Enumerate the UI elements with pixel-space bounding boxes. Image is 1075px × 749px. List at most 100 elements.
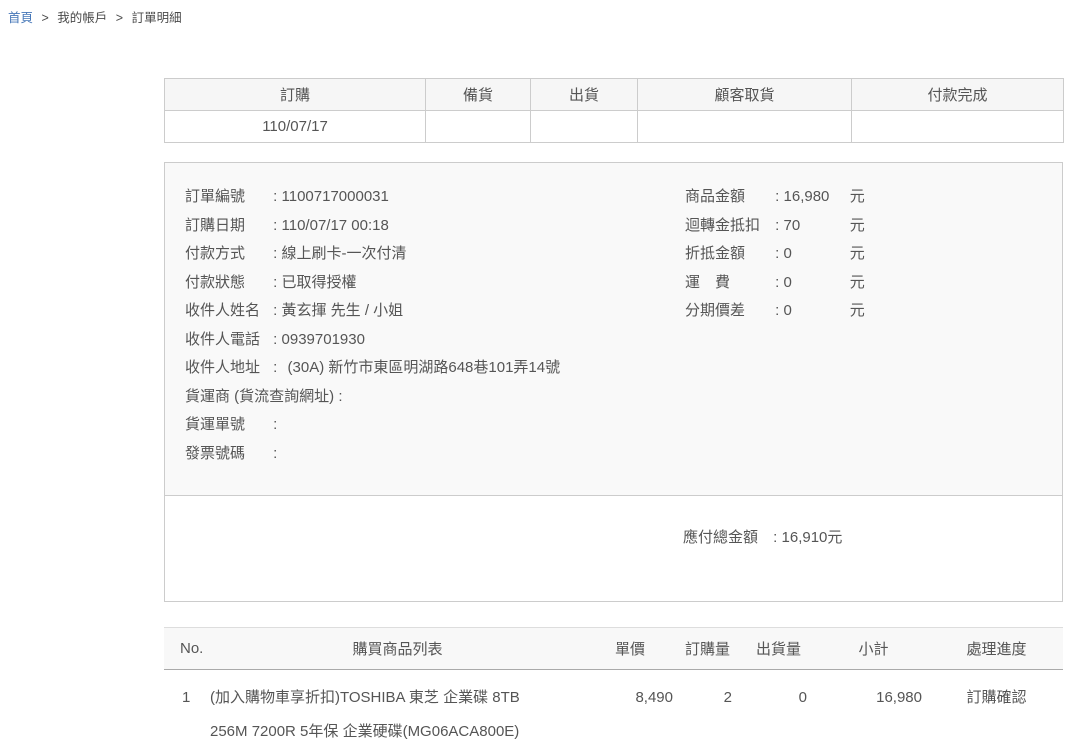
progress-paid-date bbox=[852, 111, 1064, 143]
colon: : bbox=[775, 302, 779, 319]
installment-difference-value: 0 bbox=[784, 297, 846, 326]
order-info-panel: 訂單編號 : 1100717000031 訂購日期 : 110/07/17 00… bbox=[164, 162, 1063, 602]
currency-unit: 元 bbox=[850, 302, 865, 319]
colon: : bbox=[338, 388, 342, 405]
breadcrumb-separator: > bbox=[42, 11, 49, 25]
installment-difference-label: 分期價差 bbox=[685, 297, 771, 326]
order-progress-table: 訂購 備貨 出貨 顧客取貨 付款完成 110/07/17 bbox=[164, 78, 1064, 143]
colon: : bbox=[273, 188, 277, 205]
payment-method-label: 付款方式 bbox=[185, 240, 269, 269]
currency-unit: 元 bbox=[850, 245, 865, 262]
discount-amount-row: 折抵金額 : 0 元 bbox=[685, 240, 1042, 269]
breadcrumb-account: 我的帳戶 bbox=[57, 11, 107, 25]
colon: : bbox=[773, 529, 777, 546]
payment-method-row: 付款方式 : 線上刷卡-一次付清 bbox=[185, 240, 685, 269]
colon: : bbox=[273, 331, 277, 348]
order-number-value: 1100717000031 bbox=[282, 188, 389, 205]
progress-prepare-date bbox=[426, 111, 531, 143]
order-number-label: 訂單編號 bbox=[185, 183, 269, 212]
installment-difference-row: 分期價差 : 0 元 bbox=[685, 297, 1042, 326]
tracking-number-label: 貨運單號 bbox=[185, 411, 269, 440]
recipient-phone-label: 收件人電話 bbox=[185, 326, 269, 355]
order-date-row: 訂購日期 : 110/07/17 00:18 bbox=[185, 212, 685, 241]
carrier-row: 貨運商 (貨流查詢網址) : bbox=[185, 383, 685, 412]
order-amount-column: 商品金額 : 16,980 元 迴轉金抵扣 : 70 元 折抵金額 : 0 元 bbox=[685, 183, 1042, 468]
recipient-phone-row: 收件人電話 : 0939701930 bbox=[185, 326, 685, 355]
recipient-name-row: 收件人姓名 : 黃玄揮 先生 / 小姐 bbox=[185, 297, 685, 326]
rebate-deduction-row: 迴轉金抵扣 : 70 元 bbox=[685, 212, 1042, 241]
colon: : bbox=[273, 245, 277, 262]
recipient-phone-value: 0939701930 bbox=[282, 331, 365, 348]
rebate-deduction-value: 70 bbox=[784, 212, 846, 241]
invoice-number-row: 發票號碼 : bbox=[185, 440, 685, 469]
progress-ship-date bbox=[531, 111, 638, 143]
currency-unit: 元 bbox=[850, 217, 865, 234]
order-date-value: 110/07/17 00:18 bbox=[282, 217, 389, 234]
items-header-unit-price: 單價 bbox=[585, 628, 675, 670]
total-payable-section: 應付總金額 : 16,910元 bbox=[165, 495, 1062, 601]
order-info-left-column: 訂單編號 : 1100717000031 訂購日期 : 110/07/17 00… bbox=[185, 183, 685, 468]
colon: : bbox=[775, 245, 779, 262]
currency-unit: 元 bbox=[850, 274, 865, 291]
payment-status-row: 付款狀態 : 已取得授權 bbox=[185, 269, 685, 298]
tracking-number-row: 貨運單號 : bbox=[185, 411, 685, 440]
colon: : bbox=[273, 302, 277, 319]
payment-method-value: 線上刷卡-一次付清 bbox=[282, 245, 407, 262]
discount-amount-value: 0 bbox=[784, 240, 846, 269]
recipient-name-value: 黃玄揮 先生 / 小姐 bbox=[282, 302, 404, 319]
progress-pickup-date bbox=[638, 111, 852, 143]
progress-header-pickup: 顧客取貨 bbox=[638, 79, 852, 111]
invoice-number-label: 發票號碼 bbox=[185, 440, 269, 469]
items-header-product-list: 購買商品列表 bbox=[210, 628, 585, 670]
total-payable-label: 應付總金額 bbox=[683, 526, 769, 547]
product-amount-row: 商品金額 : 16,980 元 bbox=[685, 183, 1042, 212]
order-number-row: 訂單編號 : 1100717000031 bbox=[185, 183, 685, 212]
progress-header-prepare: 備貨 bbox=[426, 79, 531, 111]
breadcrumb-separator: > bbox=[116, 11, 123, 25]
payment-status-value: 已取得授權 bbox=[282, 274, 357, 291]
item-progress-status: 訂購確認 bbox=[930, 670, 1063, 749]
item-row: 1 (加入購物車享折扣)TOSHIBA 東芝 企業碟 8TB 256M 7200… bbox=[164, 670, 1063, 749]
item-unit-price: 8,490 bbox=[585, 670, 675, 749]
recipient-name-label: 收件人姓名 bbox=[185, 297, 269, 326]
items-header-order-qty: 訂購量 bbox=[675, 628, 740, 670]
recipient-address-value: (30A) 新竹市東區明湖路648巷101弄14號 bbox=[282, 359, 561, 376]
shipping-fee-row: 運 費 : 0 元 bbox=[685, 269, 1042, 298]
colon: : bbox=[273, 217, 277, 234]
payment-status-label: 付款狀態 bbox=[185, 269, 269, 298]
purchased-items-table: No. 購買商品列表 單價 訂購量 出貨量 小計 處理進度 1 (加入購物車享折… bbox=[164, 627, 1063, 749]
recipient-address-label: 收件人地址 bbox=[185, 354, 269, 383]
item-subtotal: 16,980 bbox=[817, 670, 930, 749]
breadcrumb: 首頁 > 我的帳戶 > 訂單明細 bbox=[8, 7, 182, 26]
breadcrumb-current: 訂單明細 bbox=[132, 11, 182, 25]
progress-value-row: 110/07/17 bbox=[165, 111, 1064, 143]
progress-header-ship: 出貨 bbox=[531, 79, 638, 111]
item-shipped-qty: 0 bbox=[740, 670, 817, 749]
recipient-address-row: 收件人地址 : (30A) 新竹市東區明湖路648巷101弄14號 bbox=[185, 354, 685, 383]
colon: : bbox=[775, 274, 779, 291]
order-info-main: 訂單編號 : 1100717000031 訂購日期 : 110/07/17 00… bbox=[165, 163, 1062, 495]
colon: : bbox=[273, 274, 277, 291]
shipping-fee-label: 運 費 bbox=[685, 269, 771, 298]
items-header-shipped-qty: 出貨量 bbox=[740, 628, 817, 670]
product-amount-value: 16,980 bbox=[784, 183, 846, 212]
colon: : bbox=[775, 188, 779, 205]
progress-order-date: 110/07/17 bbox=[165, 111, 426, 143]
currency-unit: 元 bbox=[850, 188, 865, 205]
colon: : bbox=[775, 217, 779, 234]
items-header-no: No. bbox=[164, 628, 210, 670]
shipping-fee-value: 0 bbox=[784, 269, 846, 298]
colon: : bbox=[273, 359, 277, 376]
item-product-name: (加入購物車享折扣)TOSHIBA 東芝 企業碟 8TB 256M 7200R … bbox=[210, 670, 585, 749]
items-header-progress: 處理進度 bbox=[930, 628, 1063, 670]
progress-header-order: 訂購 bbox=[165, 79, 426, 111]
colon: : bbox=[273, 445, 277, 462]
breadcrumb-home-link[interactable]: 首頁 bbox=[8, 11, 33, 25]
rebate-deduction-label: 迴轉金抵扣 bbox=[685, 212, 771, 241]
item-no: 1 bbox=[164, 670, 210, 749]
order-date-label: 訂購日期 bbox=[185, 212, 269, 241]
discount-amount-label: 折抵金額 bbox=[685, 240, 771, 269]
carrier-label: 貨運商 (貨流查詢網址) bbox=[185, 383, 334, 412]
colon: : bbox=[273, 416, 277, 433]
items-header-subtotal: 小計 bbox=[817, 628, 930, 670]
